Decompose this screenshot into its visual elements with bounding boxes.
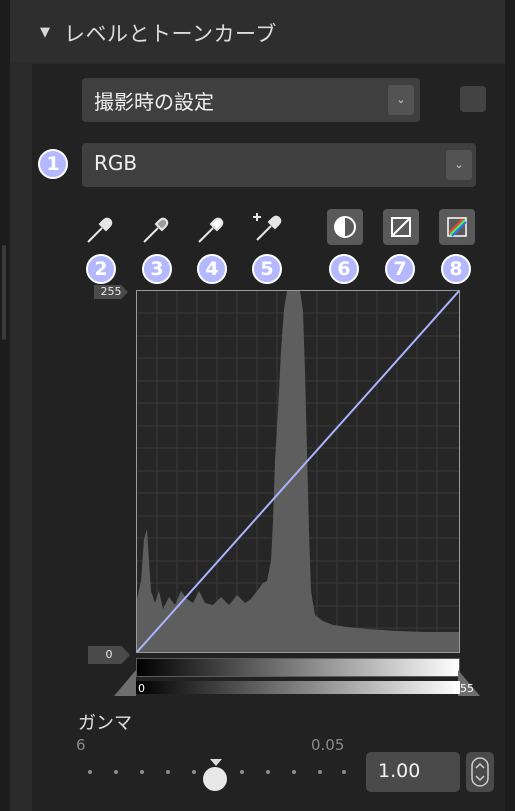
- callout-badge-2: 2: [86, 254, 116, 284]
- section-header[interactable]: ▼ レベルとトーンカーブ: [10, 0, 505, 62]
- gamma-max-label: 0.05: [311, 736, 345, 754]
- slider-tick: [318, 770, 322, 774]
- slider-tick: [114, 770, 118, 774]
- contrast-icon: [334, 216, 356, 238]
- tone-curve-graph[interactable]: [136, 290, 460, 653]
- input-gradient-bar: [136, 681, 460, 694]
- output-low-label: 0: [105, 648, 113, 661]
- callout-badge-8: 8: [441, 254, 471, 284]
- right-edge-strip: [505, 0, 515, 811]
- color-channel-button[interactable]: [439, 209, 475, 245]
- gamma-value: 1.00: [378, 760, 421, 782]
- collapse-triangle-icon[interactable]: ▼: [40, 25, 50, 40]
- output-high-tag[interactable]: 255: [94, 285, 128, 299]
- slider-tick: [140, 770, 144, 774]
- callout-badge-1: 1: [38, 149, 68, 179]
- channel-dropdown-value: RGB: [94, 151, 138, 175]
- slider-tick: [192, 770, 196, 774]
- left-edge-strip: [0, 0, 10, 811]
- callout-badge-4: 4: [197, 254, 227, 284]
- callout-badge-5: 5: [252, 254, 282, 284]
- output-gradient-bar: [136, 658, 460, 677]
- slider-tick: [88, 770, 92, 774]
- slider-tick: [342, 770, 346, 774]
- color-channel-icon: [447, 217, 467, 237]
- preset-dropdown-value: 撮影時の設定: [94, 90, 214, 114]
- enable-checkbox[interactable]: [460, 86, 486, 112]
- gamma-value-input[interactable]: 1.00: [366, 752, 460, 792]
- callout-badge-3: 3: [142, 254, 172, 284]
- gamma-slider-thumb[interactable]: [203, 767, 227, 791]
- add-anchor-eyedropper-icon[interactable]: [249, 208, 283, 242]
- chevron-down-icon[interactable]: ⌄: [388, 85, 414, 115]
- section-title: レベルとトーンカーブ: [64, 22, 277, 46]
- output-low-tag[interactable]: 0: [88, 646, 130, 664]
- output-high-label: 255: [100, 285, 122, 298]
- gamma-spinner[interactable]: [466, 752, 494, 792]
- slider-tick: [292, 770, 296, 774]
- preset-dropdown[interactable]: 撮影時の設定 ⌄: [82, 78, 420, 122]
- input-black-slider[interactable]: [114, 670, 136, 696]
- gamma-label: ガンマ: [78, 713, 132, 734]
- resize-handle[interactable]: [2, 245, 6, 340]
- reset-curve-icon: [391, 217, 411, 237]
- reset-curve-button[interactable]: [383, 209, 419, 245]
- input-high-label: 255: [453, 682, 474, 695]
- slider-tick: [240, 770, 244, 774]
- slider-center-marker: [210, 759, 222, 766]
- chevron-down-icon[interactable]: ⌄: [446, 150, 472, 180]
- input-low-label: 0: [138, 682, 145, 695]
- white-point-eyedropper-icon[interactable]: [193, 212, 227, 246]
- slider-tick: [266, 770, 270, 774]
- slider-tick: [166, 770, 170, 774]
- black-point-eyedropper-icon[interactable]: [82, 212, 116, 246]
- channel-dropdown[interactable]: RGB ⌄: [82, 143, 476, 187]
- auto-contrast-button[interactable]: [327, 209, 363, 245]
- up-down-arrows-icon: [471, 757, 489, 787]
- callout-badge-7: 7: [385, 254, 415, 284]
- gray-point-eyedropper-icon[interactable]: [138, 212, 172, 246]
- gamma-min-label: 6: [76, 736, 86, 754]
- callout-badge-6: 6: [329, 254, 359, 284]
